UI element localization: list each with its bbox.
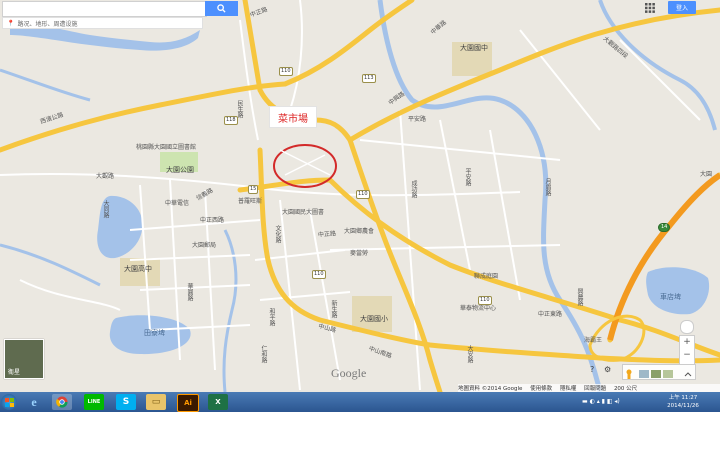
road-label: 大觀路 xyxy=(96,173,115,180)
pin-icon: 📍 xyxy=(7,19,15,27)
satellite-toggle[interactable]: 衛星 xyxy=(4,339,44,379)
skype-icon: S xyxy=(122,397,130,407)
zoom-out-icon[interactable]: − xyxy=(680,349,694,362)
pond-label: 田寮埤 xyxy=(144,329,165,337)
illustrator-icon: Ai xyxy=(184,399,192,407)
place-label: 中華電信 xyxy=(165,200,190,207)
road-label: 興農路 xyxy=(576,288,583,306)
map-canvas[interactable]: 中正路 中華路 西濱公路 中興路 大觀路 平安路 平安路 月眉路 和平路 仁和路… xyxy=(0,0,720,392)
excel-icon: X xyxy=(215,398,221,406)
route-shield: 15 xyxy=(248,185,259,194)
freeway-shield: 14 xyxy=(658,223,671,232)
help-icon[interactable]: ? xyxy=(590,365,594,374)
place-label: 麥當勞 xyxy=(350,250,369,257)
route-shield: 110 xyxy=(356,190,370,199)
road-label: 仁和路 xyxy=(260,345,267,363)
place-label: 大園國中 xyxy=(460,44,488,52)
place-label: 華泰物流中心 xyxy=(460,305,497,312)
road-label: 平安路 xyxy=(464,168,471,186)
place-label: 大園國民大圖書 xyxy=(282,209,325,216)
market-annotation: 菜市場 xyxy=(269,106,317,128)
river-top-left xyxy=(0,68,91,102)
taskbar-skype[interactable]: S xyxy=(116,394,136,410)
place-label: 普羅旺斯 xyxy=(238,198,263,205)
place-label: 大園國小 xyxy=(360,315,388,323)
route-shield: 110 xyxy=(279,67,293,76)
gear-icon[interactable]: ⚙ xyxy=(604,365,611,374)
satellite-label: 衛星 xyxy=(8,369,21,376)
search-suggestion[interactable]: 📍 路况、地形、周遭设施 xyxy=(2,17,203,29)
start-button[interactable] xyxy=(1,394,17,410)
line-icon: LINE xyxy=(87,399,101,405)
apps-grid-icon[interactable] xyxy=(645,3,655,13)
route-shield: 118 xyxy=(224,116,238,125)
river-west xyxy=(0,243,101,287)
place-label: 大園鄉農會 xyxy=(344,228,375,235)
place-label: 大園公園 xyxy=(166,166,194,174)
taskbar-excel[interactable]: X xyxy=(208,394,228,410)
road-label: 成功路 xyxy=(410,180,417,198)
place-label: 大園 xyxy=(700,171,713,178)
road-label: 月眉路 xyxy=(544,178,551,196)
school-dayuan-elem xyxy=(352,296,392,332)
road-label: 新生路 xyxy=(330,300,337,318)
taskbar-ie[interactable]: e xyxy=(24,394,44,410)
layer-thumbnails xyxy=(626,369,692,379)
windows-icon xyxy=(4,397,14,407)
road-label: 中正東路 xyxy=(538,311,563,318)
route-shield: 113 xyxy=(362,74,376,83)
taskbar-clock[interactable]: 上午 11:27 2014/11/26 xyxy=(662,394,704,410)
taskbar-explorer[interactable]: ▭ xyxy=(146,394,166,410)
google-logo: Google xyxy=(331,366,367,380)
zoom-control[interactable]: + − xyxy=(679,335,695,365)
search-icon xyxy=(217,4,226,13)
place-label: 聯成庭園 xyxy=(474,273,499,280)
system-tray[interactable]: ▬ ◐ ▴ ▮ ◧ ◂) xyxy=(582,398,620,405)
layer-strip[interactable] xyxy=(622,364,696,380)
folder-icon: ▭ xyxy=(151,397,161,407)
clock-date: 2014/11/26 xyxy=(667,403,699,409)
place-label: 大園高中 xyxy=(124,265,152,273)
road-label: 大安路 xyxy=(466,345,473,363)
place-label: 海霸王 xyxy=(584,337,603,344)
taskbar-illustrator[interactable]: Ai xyxy=(177,394,199,412)
road-label: 平安路 xyxy=(408,116,427,123)
place-label: 大園郵局 xyxy=(192,242,217,249)
compass-icon[interactable] xyxy=(680,320,694,334)
route-shield: 110 xyxy=(312,270,326,279)
search-input[interactable] xyxy=(2,1,207,17)
taskbar-chrome[interactable] xyxy=(52,394,72,410)
road-label: 文化路 xyxy=(274,225,281,243)
road-label: 和平路 xyxy=(268,308,275,326)
minor-roads xyxy=(0,0,701,391)
taskbar-line[interactable]: LINE xyxy=(84,394,104,410)
zoom-in-icon[interactable]: + xyxy=(680,336,694,349)
ie-icon: e xyxy=(31,394,37,409)
river-central xyxy=(222,229,238,392)
pond-label: 車店埤 xyxy=(660,293,681,301)
login-button[interactable]: 登入 xyxy=(668,1,696,14)
route-shield: 110 xyxy=(478,296,492,305)
taskbar: e LINE S ▭ Ai X ▬ ◐ ▴ ▮ ◧ ◂) 上午 11:27 20… xyxy=(0,392,720,412)
search-hint-text: 路况、地形、周遭设施 xyxy=(17,20,78,28)
chrome-icon xyxy=(56,396,68,408)
search-button[interactable] xyxy=(205,1,238,16)
road-label: 中正西路 xyxy=(200,217,225,224)
pond-chedian xyxy=(646,267,710,315)
place-label: 桃園縣大園國立圖書館 xyxy=(136,144,197,151)
tray-icons: ▬ ◐ ▴ ▮ ◧ ◂) xyxy=(582,398,620,405)
road-label: 大同路 xyxy=(102,200,109,218)
attribution-bar: 地圖資料 ©2014 Google 使用條款 隱私權 回報問題 200 公尺 xyxy=(458,384,720,392)
road-label: 華圓路 xyxy=(186,283,193,301)
clock-time: 上午 11:27 xyxy=(668,395,698,401)
